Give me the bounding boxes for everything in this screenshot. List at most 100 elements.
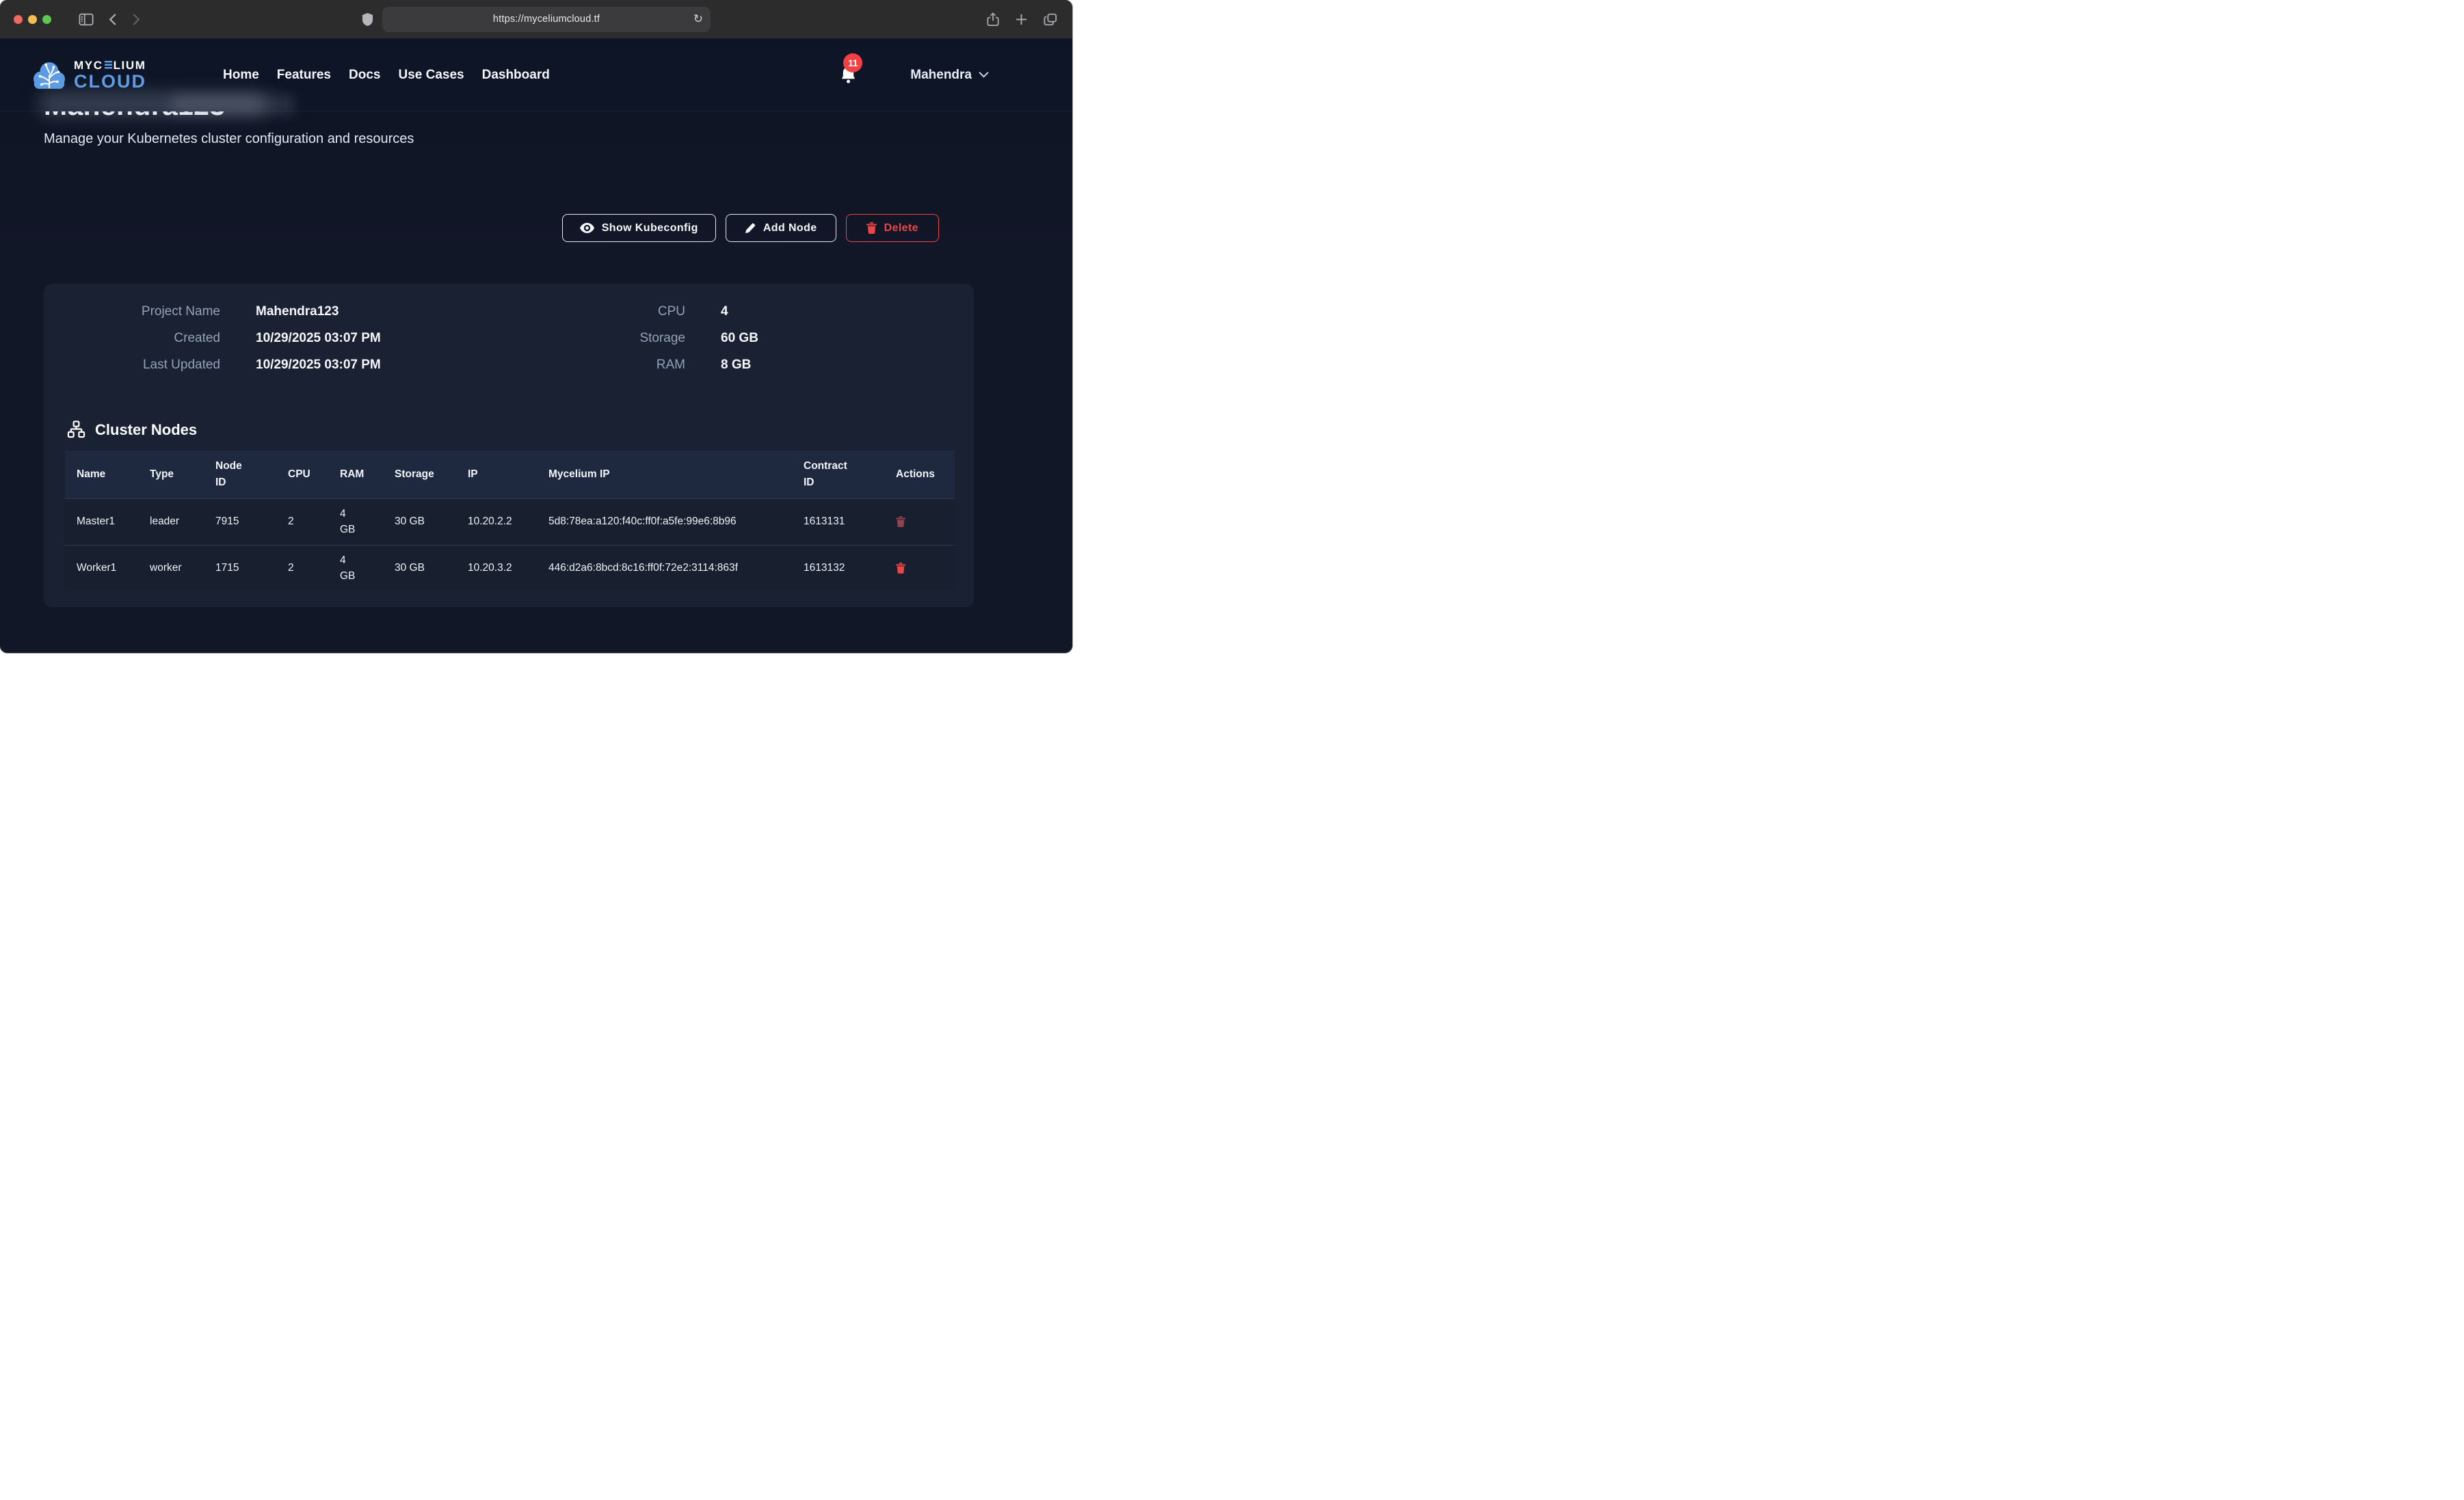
add-node-button[interactable]: Add Node: [726, 214, 836, 242]
notifications-button[interactable]: 11: [840, 66, 857, 84]
storage-value: 60 GB: [721, 331, 758, 346]
cell-mycelium-ip: 5d8:78ea:a120:f40c:ff0f:a5fe:99e6:8b96: [537, 499, 792, 546]
logo[interactable]: MYCLIUM CLOUD: [31, 59, 146, 91]
cluster-nodes-heading: Cluster Nodes: [67, 420, 197, 439]
cell-node-id: 7915: [204, 499, 276, 546]
browser-window: https://myceliumcloud.tf ↻: [0, 0, 1072, 653]
cell-ip: 10.20.2.2: [456, 499, 537, 546]
back-icon[interactable]: [109, 13, 117, 26]
cell-actions: [884, 545, 955, 591]
logo-tree-icon: [31, 59, 67, 91]
logo-text-myc: MYC: [74, 59, 103, 71]
detail-row: Project Name Mahendra123: [57, 304, 381, 319]
project-details-right: CPU 4 Storage 60 GB RAM 8 GB: [522, 304, 758, 373]
trash-icon: [866, 222, 877, 234]
cluster-nodes-title: Cluster Nodes: [95, 421, 197, 439]
cell-ram: 4 GB: [328, 499, 383, 546]
project-name-value: Mahendra123: [256, 304, 339, 319]
cell-ram: 4 GB: [328, 545, 383, 591]
logo-e-stylized-icon: [105, 61, 112, 70]
minimize-window-button[interactable]: [28, 15, 37, 24]
nav-item-use-cases[interactable]: Use Cases: [398, 68, 464, 83]
nav-item-features[interactable]: Features: [277, 68, 331, 83]
new-tab-icon[interactable]: [1015, 13, 1028, 26]
tabs-overview-icon[interactable]: [1044, 13, 1057, 26]
cell-ip: 10.20.3.2: [456, 545, 537, 591]
sidebar-icon[interactable]: [79, 13, 94, 26]
project-details-left: Project Name Mahendra123 Created 10/29/2…: [57, 304, 381, 373]
site-navbar: MYCLIUM CLOUD Home Features Docs Use Cas…: [0, 39, 1072, 111]
cell-type: leader: [138, 499, 204, 546]
col-type: Type: [138, 451, 204, 499]
page-subtitle: Manage your Kubernetes cluster configura…: [44, 131, 414, 147]
detail-row: CPU 4: [522, 304, 758, 319]
eye-icon: [580, 223, 594, 233]
col-actions: Actions: [884, 451, 955, 499]
browser-titlebar: https://myceliumcloud.tf ↻: [0, 0, 1072, 39]
cell-name: Worker1: [65, 545, 138, 591]
traffic-lights: [14, 15, 51, 24]
pencil-icon: [745, 222, 756, 234]
last-updated-value: 10/29/2025 03:07 PM: [256, 358, 381, 373]
show-kubeconfig-button[interactable]: Show Kubeconfig: [562, 214, 716, 242]
delete-node-button[interactable]: [896, 563, 905, 574]
col-name: Name: [65, 451, 138, 499]
logo-text: MYCLIUM CLOUD: [74, 59, 146, 91]
delete-label: Delete: [884, 222, 918, 235]
close-window-button[interactable]: [14, 15, 23, 24]
col-contract-id: Contract ID: [792, 451, 884, 499]
created-label: Created: [57, 331, 220, 346]
cell-name: Master1: [65, 499, 138, 546]
delete-node-button[interactable]: [896, 516, 905, 527]
zoom-window-button[interactable]: [42, 15, 51, 24]
forward-icon[interactable]: [132, 13, 140, 26]
add-node-label: Add Node: [763, 222, 817, 235]
storage-label: Storage: [522, 331, 685, 346]
col-ip: IP: [456, 451, 537, 499]
user-menu[interactable]: Mahendra: [910, 68, 989, 83]
col-ram: RAM: [328, 451, 383, 499]
cluster-actions: Show Kubeconfig Add Node Delete: [562, 214, 939, 242]
table-row: Worker1 worker 1715 2 4 GB 30 GB 10.20.3…: [65, 545, 955, 591]
cell-actions: [884, 499, 955, 546]
ram-label: RAM: [522, 358, 685, 373]
table-row: Master1 leader 7915 2 4 GB 30 GB 10.20.2…: [65, 499, 955, 546]
detail-row: Storage 60 GB: [522, 331, 758, 346]
nav-links: Home Features Docs Use Cases Dashboard: [223, 68, 550, 83]
cell-node-id: 1715: [204, 545, 276, 591]
show-kubeconfig-label: Show Kubeconfig: [602, 222, 698, 235]
cell-storage: 30 GB: [383, 545, 456, 591]
col-node-id: Node ID: [204, 451, 276, 499]
last-updated-label: Last Updated: [57, 358, 220, 373]
nav-item-home[interactable]: Home: [223, 68, 259, 83]
url-text: https://myceliumcloud.tf: [493, 14, 600, 25]
cluster-nodes-icon: [67, 420, 85, 439]
nav-item-dashboard[interactable]: Dashboard: [482, 68, 550, 83]
logo-text-cloud: CLOUD: [74, 72, 146, 91]
address-bar[interactable]: https://myceliumcloud.tf ↻: [382, 7, 711, 32]
created-value: 10/29/2025 03:07 PM: [256, 331, 381, 346]
col-cpu: CPU: [276, 451, 328, 499]
cell-cpu: 2: [276, 545, 328, 591]
cell-mycelium-ip: 446:d2a6:8bcd:8c16:ff0f:72e2:3114:863f: [537, 545, 792, 591]
cell-contract-id: 1613131: [792, 499, 884, 546]
cell-contract-id: 1613132: [792, 545, 884, 591]
cpu-label: CPU: [522, 304, 685, 319]
detail-row: Last Updated 10/29/2025 03:07 PM: [57, 358, 381, 373]
main-content: Mahendra123 Manage your Kubernetes clust…: [0, 111, 1072, 653]
col-storage: Storage: [383, 451, 456, 499]
share-icon[interactable]: [987, 12, 999, 27]
shield-icon[interactable]: [362, 12, 373, 27]
delete-cluster-button[interactable]: Delete: [846, 214, 939, 242]
project-name-label: Project Name: [57, 304, 220, 319]
detail-row: Created 10/29/2025 03:07 PM: [57, 331, 381, 346]
user-name: Mahendra: [910, 68, 972, 83]
ram-value: 8 GB: [721, 358, 751, 373]
nav-item-docs[interactable]: Docs: [349, 68, 380, 83]
table-header-row: Name Type Node ID CPU RAM Storage IP Myc…: [65, 451, 955, 499]
reload-icon[interactable]: ↻: [693, 12, 703, 26]
cluster-nodes-table: Name Type Node ID CPU RAM Storage IP Myc…: [65, 451, 955, 591]
cpu-value: 4: [721, 304, 728, 319]
cell-type: worker: [138, 545, 204, 591]
chevron-down-icon: [979, 72, 989, 78]
